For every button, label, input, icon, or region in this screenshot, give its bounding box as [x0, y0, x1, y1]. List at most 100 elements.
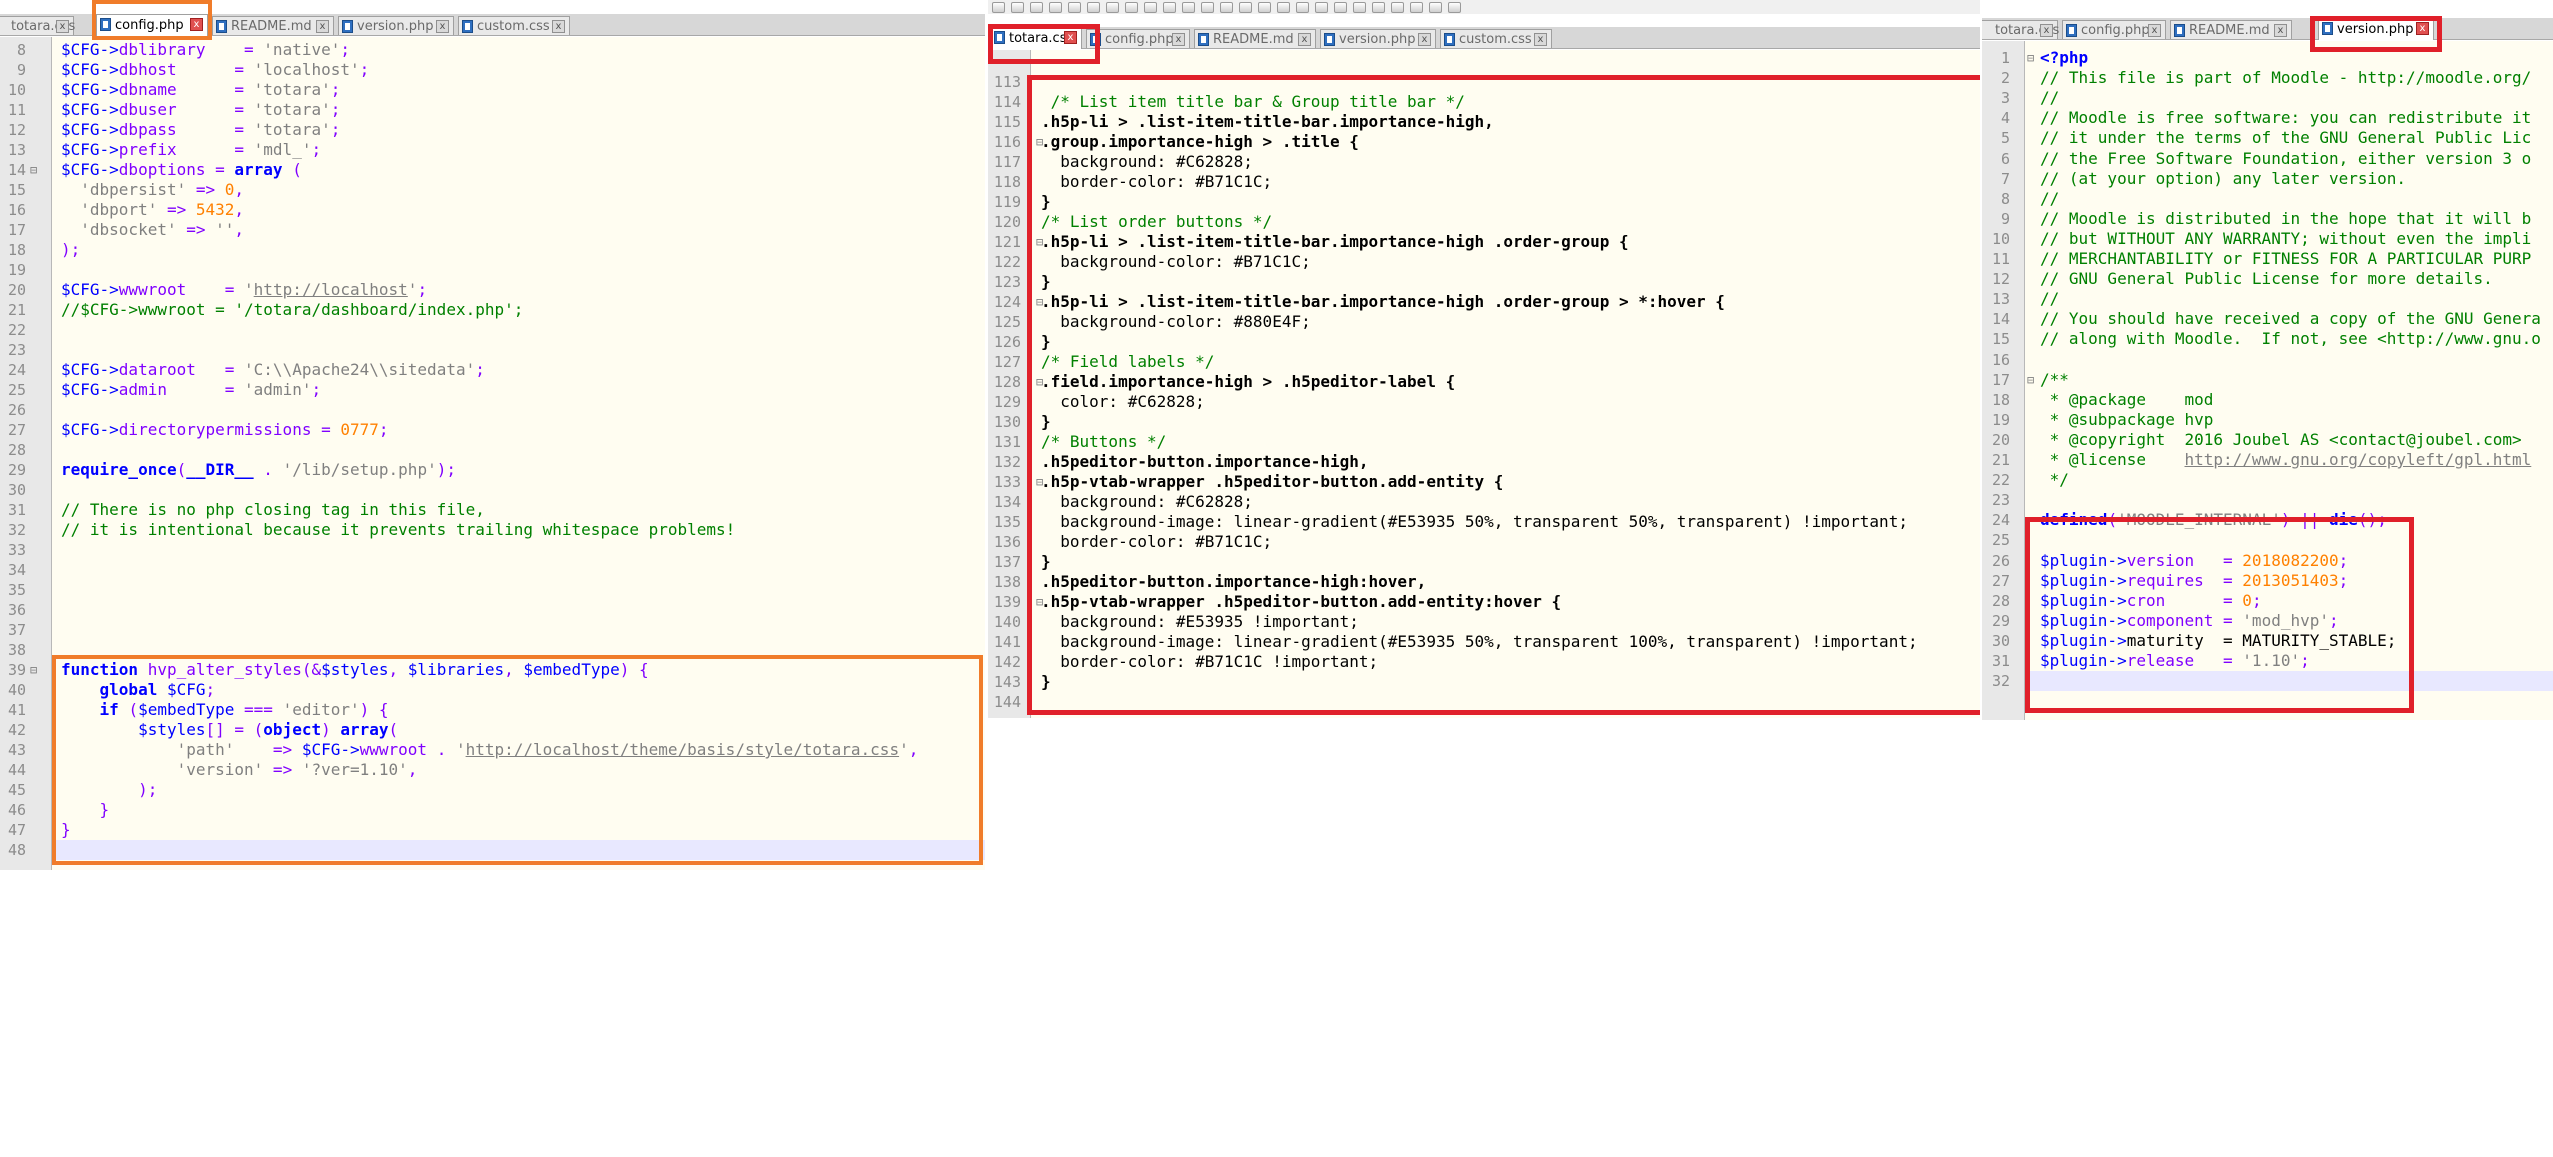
code-line[interactable]: 30 — [0, 480, 985, 500]
code-line[interactable]: 26 — [0, 400, 985, 420]
close-icon[interactable]: x — [1172, 33, 1185, 46]
macro-record-icon[interactable] — [1372, 1, 1385, 13]
tab-version-php[interactable]: version.php x — [2318, 18, 2434, 40]
code-line[interactable]: 121 ⊟ .h5p-li > .list-item-title-bar.impor… — [988, 232, 1980, 252]
code-line[interactable]: 19 * @subpackage hvp — [1982, 410, 2553, 430]
code-line[interactable]: 21 //$CFG->wwwroot = '/totara/dashboard/i… — [0, 300, 985, 320]
code-line[interactable]: 119} — [988, 192, 1980, 212]
sync-scroll-icon[interactable] — [1296, 1, 1309, 13]
code-line[interactable]: 114 /* List item title bar & Group title… — [988, 92, 1980, 112]
code-line[interactable]: 15 'dbpersist' => 0, — [0, 180, 985, 200]
tab-totara-css[interactable]: totara.css x — [1982, 20, 2059, 39]
code-line[interactable]: 3 // — [1982, 88, 2553, 108]
tab-readme-md[interactable]: README.md x — [1194, 29, 1316, 48]
save-icon[interactable] — [1030, 1, 1043, 13]
code-line[interactable]: 130} — [988, 412, 1980, 432]
code-line[interactable]: 116 ⊟ .group.importance-high > .title { — [988, 132, 1980, 152]
tab-config-php[interactable]: config.php x — [1086, 29, 1190, 48]
code-line[interactable]: 23 — [0, 340, 985, 360]
code-line[interactable]: 118 border-color: #B71C1C; — [988, 172, 1980, 192]
code-line[interactable]: 20 $CFG->wwwroot = 'http://localhost'; — [0, 280, 985, 300]
code-editor[interactable]: 8 $CFG->dblibrary = 'native'; 9 $CFG->dbhos… — [0, 37, 985, 870]
close-icon[interactable]: x — [2416, 22, 2429, 35]
tab-totara-css[interactable]: totara.css x — [990, 27, 1082, 49]
show-all-chars-icon[interactable] — [1334, 1, 1347, 13]
print-icon[interactable] — [1106, 1, 1119, 13]
code-line[interactable]: 1 ⊟ <?php — [1982, 48, 2553, 68]
tab-config-php[interactable]: config.php x — [96, 14, 208, 36]
code-line[interactable]: 22 — [0, 320, 985, 340]
code-line[interactable]: 28 — [0, 440, 985, 460]
code-line[interactable]: 9 // Moodle is distributed in the hope th… — [1982, 209, 2553, 229]
find-icon[interactable] — [1220, 1, 1233, 13]
code-line[interactable]: 136 border-color: #B71C1C; — [988, 532, 1980, 552]
code-line[interactable]: 32 // it is intentional because it preven… — [0, 520, 985, 540]
code-line[interactable]: 125 background-color: #880E4F; — [988, 312, 1980, 332]
fold-marker-icon[interactable]: ⊟ — [30, 160, 37, 180]
code-line[interactable]: 46 } — [0, 800, 985, 820]
open-file-icon[interactable] — [1011, 1, 1024, 13]
copy-icon[interactable] — [1144, 1, 1157, 13]
code-line[interactable]: 25 $CFG->admin = 'admin'; — [0, 380, 985, 400]
close-icon[interactable]: x — [2274, 24, 2287, 37]
code-line[interactable]: 47} — [0, 820, 985, 840]
code-line[interactable]: 37 — [0, 620, 985, 640]
tab-totara-css[interactable]: totara.css x — [0, 16, 75, 35]
close-icon[interactable]: x — [316, 20, 329, 33]
code-line[interactable]: 140 background: #E53935 !important; — [988, 612, 1980, 632]
code-line[interactable]: 16 — [1982, 350, 2553, 370]
code-line[interactable]: 124 ⊟ .h5p-li > .list-item-title-bar.impor… — [988, 292, 1980, 312]
code-line[interactable]: 26 $plugin->version = 2018082200; — [1982, 551, 2553, 571]
code-line[interactable]: 21 * @license http://www.gnu.org/copylef… — [1982, 450, 2553, 470]
close-icon[interactable]: x — [1064, 31, 1077, 44]
undo-icon[interactable] — [1182, 1, 1195, 13]
tab-custom-css[interactable]: custom.css x — [458, 16, 570, 35]
code-line[interactable]: 38 — [0, 640, 985, 660]
macro-stop-icon[interactable] — [1391, 1, 1404, 13]
code-line[interactable]: 40 global $CFG; — [0, 680, 985, 700]
code-line[interactable]: 131 /* Buttons */ — [988, 432, 1980, 452]
tab-version-php[interactable]: version.php x — [1320, 29, 1436, 48]
code-line[interactable]: 31 $plugin->release = '1.10'; — [1982, 651, 2553, 671]
tab-custom-css[interactable]: custom.css x — [1440, 29, 1552, 48]
code-editor[interactable]: 1 ⊟ <?php 2 // This file is part of Moodle -… — [1982, 41, 2553, 720]
code-line[interactable]: 120 /* List order buttons */ — [988, 212, 1980, 232]
code-line[interactable]: 143} — [988, 672, 1980, 692]
code-line[interactable]: 14 // You should have received a copy of … — [1982, 309, 2553, 329]
code-line[interactable]: 11 // MERCHANTABILITY or FITNESS FOR A PA… — [1982, 249, 2553, 269]
code-line[interactable]: 43 'path' => $CFG->wwwroot . 'http://loc… — [0, 740, 985, 760]
code-line[interactable]: 7 // (at your option) any later version. — [1982, 169, 2553, 189]
code-line[interactable]: 29 $plugin->component = 'mod_hvp'; — [1982, 611, 2553, 631]
code-line[interactable]: 115 .h5p-li > .list-item-title-bar.import… — [988, 112, 1980, 132]
code-line[interactable]: 141 background-image: linear-gradient(#E… — [988, 632, 1980, 652]
code-line[interactable]: 13 $CFG->prefix = 'mdl_'; — [0, 140, 985, 160]
code-line[interactable]: 45 ); — [0, 780, 985, 800]
save-all-icon[interactable] — [1049, 1, 1062, 13]
code-line[interactable]: 10 // but WITHOUT ANY WARRANTY; without e… — [1982, 229, 2553, 249]
code-line[interactable]: 6 // the Free Software Foundation, either… — [1982, 149, 2553, 169]
fold-marker-icon[interactable]: ⊟ — [2027, 48, 2034, 68]
tab-config-php[interactable]: config.php x — [2062, 20, 2166, 39]
code-line[interactable]: 28 $plugin->cron = 0; — [1982, 591, 2553, 611]
close-file-icon[interactable] — [1068, 1, 1081, 13]
code-line[interactable]: 132 .h5peditor-button.importance-high, — [988, 452, 1980, 472]
code-line[interactable]: 133 ⊟ .h5p-vtab-wrapper .h5peditor-button.… — [988, 472, 1980, 492]
code-line[interactable]: 144 — [988, 692, 1980, 712]
paste-icon[interactable] — [1163, 1, 1176, 13]
code-line[interactable]: 139 ⊟ .h5p-vtab-wrapper .h5peditor-button.… — [988, 592, 1980, 612]
code-line[interactable]: 2 // This file is part of Moodle - http:/… — [1982, 68, 2553, 88]
code-line[interactable]: 9 $CFG->dbhost = 'localhost'; — [0, 60, 985, 80]
code-line[interactable]: 127 /* Field labels */ — [988, 352, 1980, 372]
code-line[interactable]: 42 $styles[] = (object) array( — [0, 720, 985, 740]
code-line[interactable]: 113 — [988, 72, 1980, 92]
code-line[interactable]: 137} — [988, 552, 1980, 572]
close-icon[interactable]: x — [2040, 24, 2053, 37]
code-line[interactable]: 29 require_once(__DIR__ . '/lib/setup.php… — [0, 460, 985, 480]
code-line[interactable]: 11 $CFG->dbuser = 'totara'; — [0, 100, 985, 120]
close-icon[interactable]: x — [2148, 24, 2161, 37]
close-icon[interactable]: x — [1534, 33, 1547, 46]
indent-guide-icon[interactable] — [1353, 1, 1366, 13]
tab-readme-md[interactable]: README.md x — [2170, 20, 2292, 39]
code-line[interactable]: 126} — [988, 332, 1980, 352]
macro-run-icon[interactable] — [1429, 1, 1442, 13]
